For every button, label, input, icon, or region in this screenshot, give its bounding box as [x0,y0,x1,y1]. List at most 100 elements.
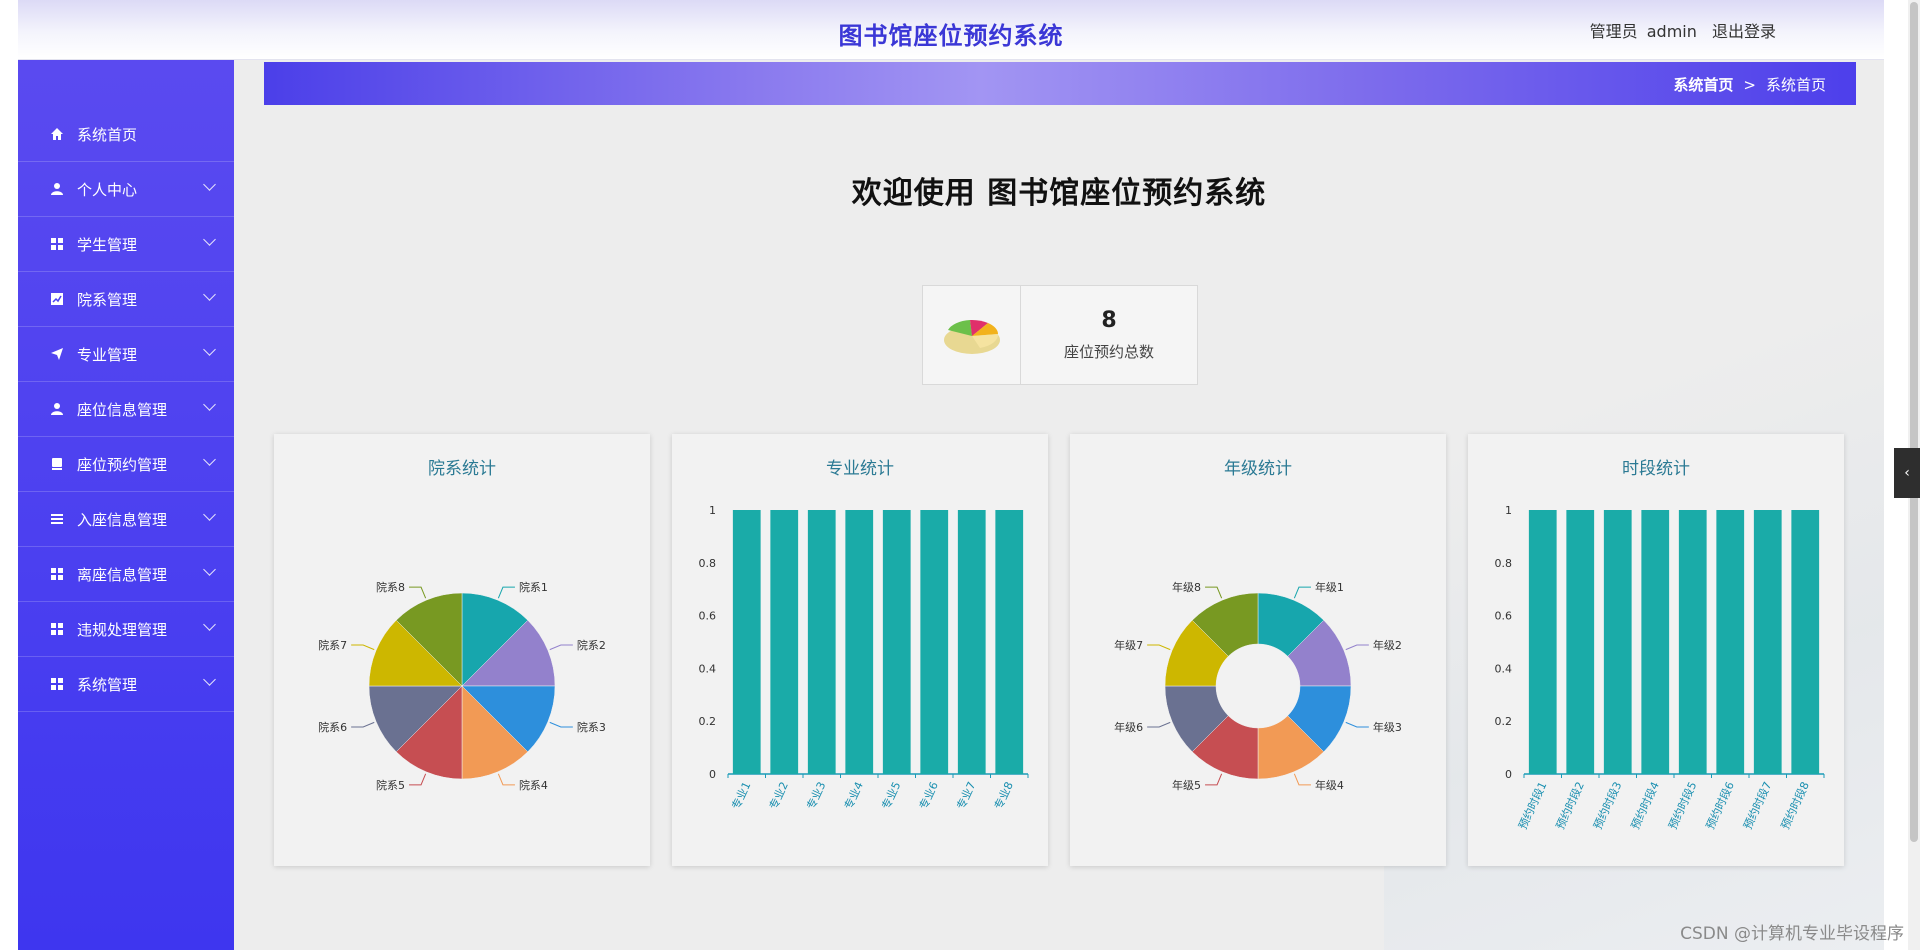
x-tick-label: 专业2 [766,779,791,811]
y-tick-label: 0.4 [1495,662,1513,675]
collapse-panel-button[interactable]: ‹ [1894,448,1920,498]
sidebar-item[interactable]: 入座信息管理 [18,492,234,547]
chevron-down-icon [203,673,216,686]
x-tick-label: 预约时段8 [1778,779,1812,831]
x-tick-label: 专业5 [879,779,904,811]
pie-label-line [351,721,375,728]
pie-label-line [497,586,515,599]
y-tick-label: 0 [1505,768,1512,781]
x-tick-label: 专业4 [841,779,866,811]
bar [1566,510,1595,774]
pie-label: 院系8 [376,580,405,594]
x-tick-label: 预约时段2 [1553,779,1587,831]
chevron-down-icon [203,618,216,631]
sidebar-menu: 系统首页个人中心 学生管理 院系管理专业管理座位信息管理座位预约管理入座信息管理 离座… [18,107,234,712]
sidebar-item-label: 系统首页 [77,125,138,144]
user-role: 管理员 [1589,22,1638,41]
username: admin [1646,22,1697,41]
sidebar-item[interactable]: 个人中心 [18,162,234,217]
pie-label: 院系1 [519,580,548,594]
pie-label-line [1345,721,1369,728]
x-tick-label: 专业7 [954,779,979,811]
pie-label-line [1205,586,1223,599]
breadcrumb-home[interactable]: 系统首页 [1673,76,1733,94]
logout-link[interactable]: 退出登录 [1712,22,1776,41]
sidebar-item-label: 入座信息管理 [77,510,168,529]
send-icon [49,346,65,362]
sidebar: 系统首页个人中心 学生管理 院系管理专业管理座位信息管理座位预约管理入座信息管理 离座… [18,60,234,950]
breadcrumb-current: 系统首页 [1765,76,1826,94]
chart-card-department: 院系统计 院系1 院系2 院系3 院系4 院系5 院系6 院系7 院系8 [274,434,650,866]
sidebar-item-label: 专业管理 [77,345,138,364]
pie-label: 院系5 [376,778,405,792]
chart-card-grade: 年级统计 年级1 年级2 年级3 年级4 年级5 年级6 年级7 年级8 [1070,434,1446,866]
chart-icon [49,291,65,307]
scrollbar-thumb[interactable] [1910,2,1918,842]
department-pie-chart: 院系1 院系2 院系3 院系4 院系5 院系6 院系7 院系8 [318,580,606,792]
pie-label-line [549,644,573,651]
stat-card: 8 座位预约总数 [922,285,1198,385]
grade-donut-chart: 年级1 年级2 年级3 年级4 年级5 年级6 年级7 年级8 [1114,580,1402,792]
pie-label: 年级6 [1114,720,1143,734]
pie-label: 年级4 [1315,778,1344,792]
chart-card-timeslot: 时段统计 0 0.2 0.4 0.6 0.8 1 预约时段1 预约时段2 预约时段3 预约时段4 预… [1468,434,1844,866]
sidebar-item-label: 座位信息管理 [77,400,168,419]
sidebar-item[interactable]: 院系管理 [18,272,234,327]
user-icon [49,181,65,197]
pie-label-line [1205,773,1223,786]
chevron-down-icon [203,563,216,576]
sidebar-item[interactable]: 离座信息管理 [18,547,234,602]
user-info: 管理员 admin 退出登录 [1586,18,1776,42]
pie-label: 年级5 [1172,778,1201,792]
pie-label: 年级8 [1172,580,1201,594]
home-icon [49,126,65,142]
pie-label-line [1293,773,1311,786]
sidebar-item-label: 离座信息管理 [77,565,168,584]
chevron-down-icon [203,453,216,466]
pie-label-line [409,773,427,786]
x-tick-label: 预约时段6 [1703,779,1737,831]
pie-label: 院系6 [318,720,347,734]
sidebar-item[interactable]: 专业管理 [18,327,234,382]
stat-value: 8 [1101,308,1117,333]
bar [1528,510,1557,774]
sidebar-item[interactable]: 系统首页 [18,107,234,162]
pie-label-line [549,721,573,728]
x-tick-label: 预约时段5 [1665,779,1699,831]
watermark: CSDN @计算机专业毕设程序 [1680,924,1904,944]
chevron-down-icon [203,508,216,521]
sidebar-item[interactable]: 系统管理 [18,657,234,712]
bar [1678,510,1707,774]
bar [770,510,799,774]
pie-label: 院系2 [577,638,606,652]
sidebar-item[interactable]: 学生管理 [18,217,234,272]
bar [1753,510,1782,774]
pie-label: 年级2 [1373,638,1402,652]
pie-label-line [1147,721,1171,728]
grid-icon [49,566,65,582]
grid-icon [49,621,65,637]
x-tick-label: 预约时段4 [1628,779,1662,831]
sidebar-item[interactable]: 违规处理管理 [18,602,234,657]
bar [995,510,1024,774]
y-tick-label: 1 [1505,504,1512,517]
x-tick-label: 预约时段7 [1740,779,1774,831]
grid-icon [49,676,65,692]
x-tick-label: 预约时段3 [1590,779,1624,831]
bar [807,510,836,774]
breadcrumb: 系统首页 > 系统首页 [264,62,1856,105]
x-tick-label: 专业6 [916,779,941,811]
y-tick-label: 1 [709,504,716,517]
bar [1791,510,1820,774]
sidebar-item[interactable]: 座位预约管理 [18,437,234,492]
x-tick-label: 专业8 [991,779,1016,811]
pie-label: 年级1 [1315,580,1344,594]
bar [1641,510,1670,774]
bar [920,510,949,774]
pie-label: 年级7 [1114,638,1143,652]
sidebar-item[interactable]: 座位信息管理 [18,382,234,437]
y-tick-label: 0.2 [699,715,717,728]
x-tick-label: 预约时段1 [1515,779,1549,831]
top-header: 图书馆座位预约系统 管理员 admin 退出登录 [18,0,1884,60]
pie-label: 院系4 [519,778,548,792]
